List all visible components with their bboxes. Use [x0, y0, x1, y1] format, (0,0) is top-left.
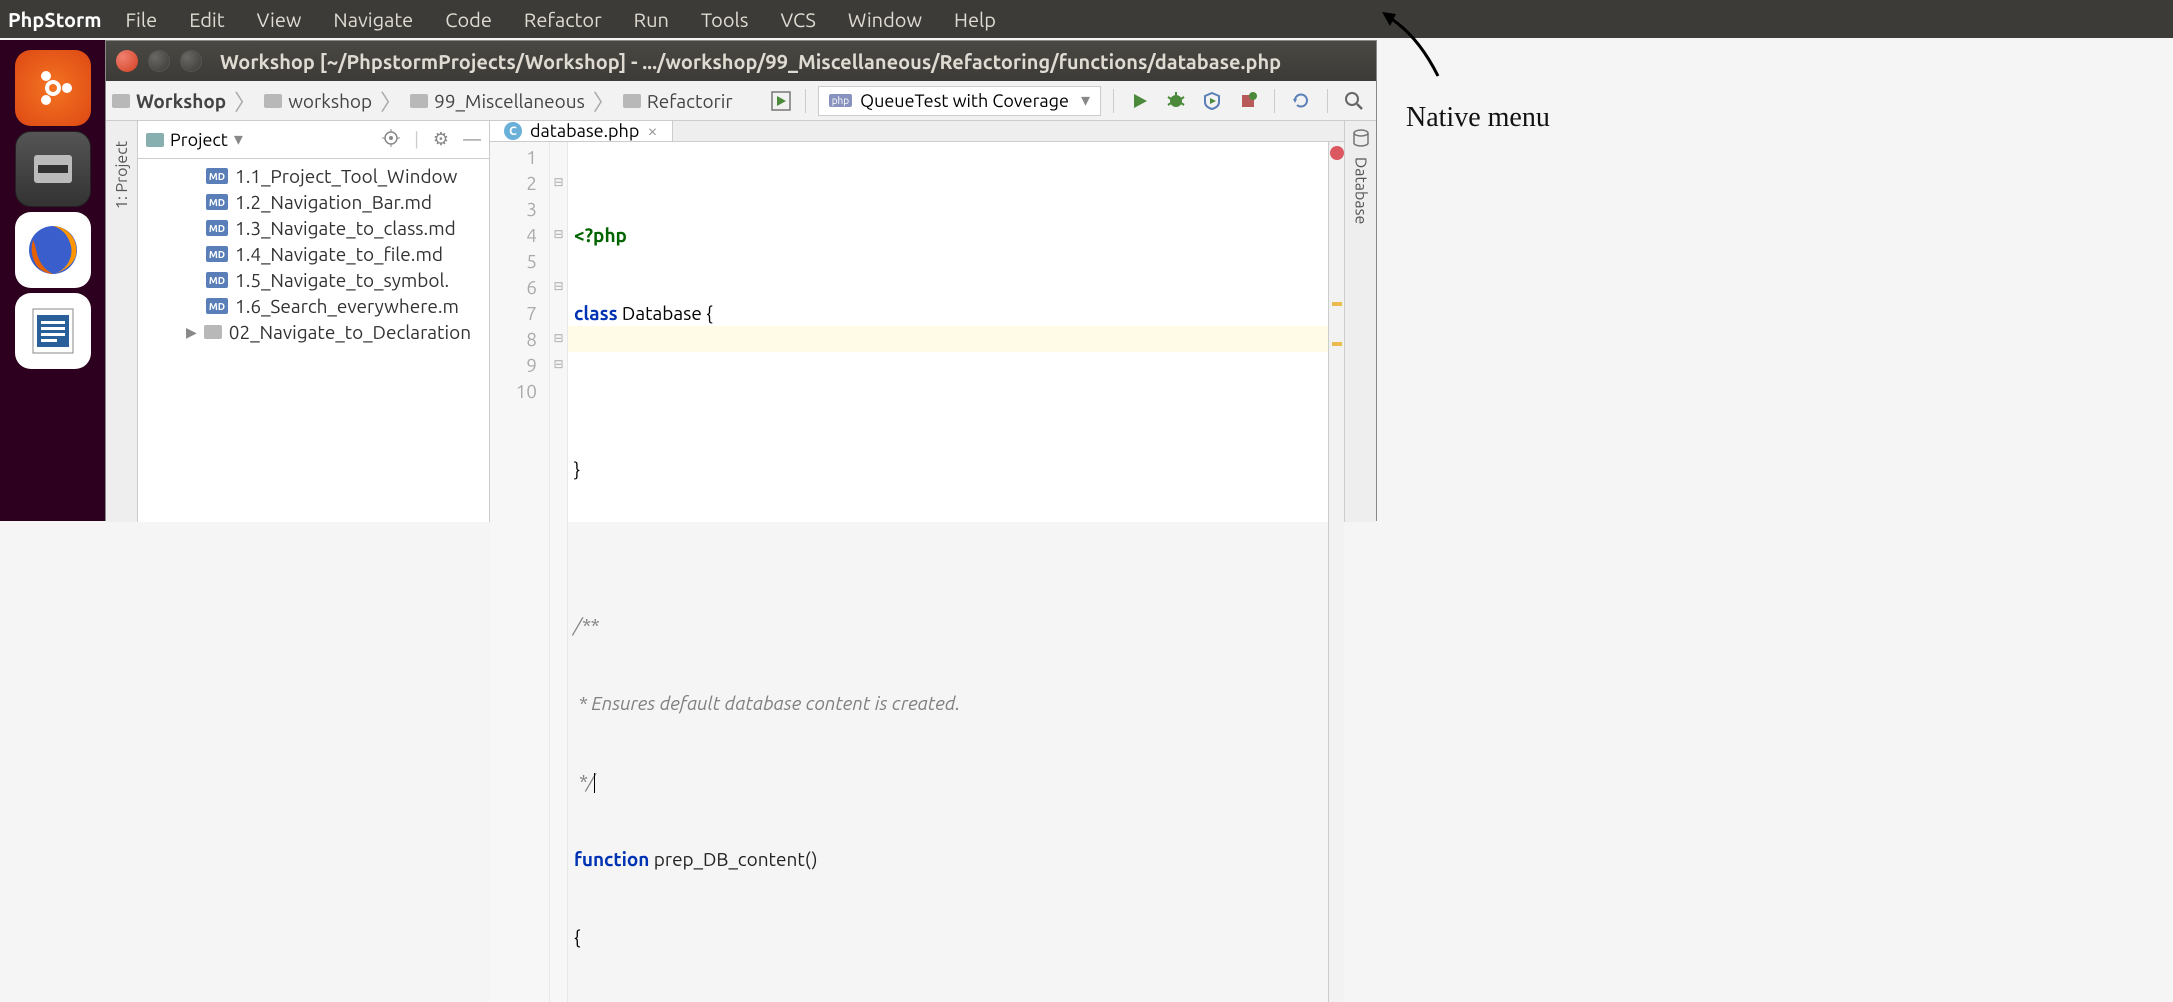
- project-panel-title[interactable]: Project ▾: [146, 129, 243, 150]
- crumb-root[interactable]: Workshop: [112, 90, 226, 112]
- chevron-right-icon: 〉: [372, 85, 410, 117]
- markdown-icon: MD: [206, 168, 228, 184]
- right-tool-strip: Database: [1344, 121, 1376, 522]
- stop-button[interactable]: [1234, 87, 1262, 115]
- menu-vcs[interactable]: VCS: [764, 8, 831, 31]
- app-name: PhpStorm: [8, 8, 102, 31]
- ubuntu-launcher: [0, 40, 105, 521]
- tab-database-php[interactable]: C database.php ×: [490, 121, 673, 141]
- left-tool-strip: 1: Project: [106, 121, 138, 522]
- crumb-3[interactable]: Refactorir: [623, 90, 733, 112]
- menu-view[interactable]: View: [241, 8, 318, 31]
- folder-icon: [204, 325, 222, 339]
- line-numbers: 12345678910: [490, 142, 550, 1002]
- annotation-text: Native menu: [1406, 102, 1550, 134]
- markdown-icon: MD: [206, 298, 228, 314]
- markdown-icon: MD: [206, 272, 228, 288]
- markdown-icon: MD: [206, 220, 228, 236]
- class-icon: C: [504, 122, 522, 140]
- project-tool-button[interactable]: 1: Project: [113, 141, 131, 209]
- run-widget-icon[interactable]: [769, 89, 793, 113]
- chevron-down-icon: ▾: [234, 129, 243, 150]
- database-tool-button[interactable]: Database: [1352, 157, 1370, 224]
- menu-code[interactable]: Code: [429, 8, 508, 31]
- menu-navigate[interactable]: Navigate: [317, 8, 429, 31]
- tab-label: database.php: [530, 121, 639, 141]
- breadcrumbs: Workshop 〉 workshop 〉 99_Miscellaneous 〉…: [106, 85, 733, 117]
- files-icon[interactable]: [15, 131, 91, 207]
- dash-icon[interactable]: [15, 50, 91, 126]
- chevron-right-icon: 〉: [226, 85, 264, 117]
- tree-item: MD1.6_Search_everywhere.m: [138, 293, 489, 319]
- tree-item: MD1.1_Project_Tool_Window: [138, 163, 489, 189]
- folder-icon: [146, 133, 164, 147]
- annotation-arrow-icon: [1378, 6, 1458, 86]
- folder-icon: [264, 94, 282, 108]
- error-marker-icon[interactable]: [1330, 146, 1344, 160]
- locate-icon[interactable]: [382, 129, 400, 151]
- project-tree[interactable]: MD1.1_Project_Tool_Window MD1.2_Navigati…: [138, 159, 489, 522]
- menu-run[interactable]: Run: [618, 8, 685, 31]
- code-editor[interactable]: 12345678910 ⊟ ⊟ ⊟ ⊟⊟ <?php class Databas…: [490, 142, 1344, 1002]
- menu-edit[interactable]: Edit: [173, 8, 240, 31]
- php-icon: php: [829, 94, 852, 107]
- menubar: PhpStorm File Edit View Navigate Code Re…: [0, 0, 2173, 38]
- menu-window[interactable]: Window: [832, 8, 938, 31]
- ide-window: Workshop [~/PhpstormProjects/Workshop] -…: [105, 40, 1377, 521]
- database-icon[interactable]: [1352, 129, 1370, 151]
- warning-marker[interactable]: [1332, 342, 1342, 346]
- annotation-callout: Native menu: [1406, 36, 1550, 134]
- run-config-label: QueueTest with Coverage: [860, 91, 1069, 111]
- coverage-button[interactable]: [1198, 87, 1226, 115]
- menu-file[interactable]: File: [110, 8, 174, 31]
- close-tab-icon[interactable]: ×: [647, 121, 657, 141]
- chevron-right-icon: 〉: [585, 85, 623, 117]
- error-stripe[interactable]: [1328, 142, 1344, 1002]
- editor-area: C database.php × 12345678910 ⊟ ⊟ ⊟ ⊟⊟ <?…: [490, 121, 1344, 522]
- window-title: Workshop [~/PhpstormProjects/Workshop] -…: [220, 50, 1281, 73]
- expand-arrow-icon[interactable]: ▶: [186, 324, 197, 341]
- crumb-1[interactable]: workshop: [264, 90, 372, 112]
- menu-refactor[interactable]: Refactor: [508, 8, 618, 31]
- update-project-button[interactable]: [1287, 87, 1315, 115]
- project-tool-window: Project ▾ | ⚙ — MD1.1_Project_Tool_Windo…: [138, 121, 490, 522]
- libreoffice-writer-icon[interactable]: [15, 293, 91, 369]
- folder-icon: [112, 94, 130, 108]
- run-button[interactable]: [1126, 87, 1154, 115]
- run-configuration-selector[interactable]: php QueueTest with Coverage ▾: [818, 86, 1101, 116]
- close-button[interactable]: [116, 50, 138, 72]
- code-content[interactable]: <?php class Database { } /** * Ensures d…: [568, 142, 1328, 1002]
- firefox-icon[interactable]: [15, 212, 91, 288]
- markdown-icon: MD: [206, 194, 228, 210]
- warning-marker[interactable]: [1332, 302, 1342, 306]
- search-button[interactable]: [1340, 87, 1368, 115]
- markdown-icon: MD: [206, 246, 228, 262]
- debug-button[interactable]: [1162, 87, 1190, 115]
- tree-item: MD1.3_Navigate_to_class.md: [138, 215, 489, 241]
- divider: |: [414, 129, 419, 151]
- menu-tools[interactable]: Tools: [685, 8, 764, 31]
- titlebar: Workshop [~/PhpstormProjects/Workshop] -…: [106, 41, 1376, 81]
- crumb-2[interactable]: 99_Miscellaneous: [410, 90, 585, 112]
- tree-item: MD1.2_Navigation_Bar.md: [138, 189, 489, 215]
- chevron-down-icon: ▾: [1081, 90, 1090, 111]
- tree-item: MD1.5_Navigate_to_symbol.: [138, 267, 489, 293]
- minimize-button[interactable]: [148, 50, 170, 72]
- gear-icon[interactable]: ⚙: [433, 129, 449, 151]
- maximize-button[interactable]: [180, 50, 202, 72]
- editor-tabs: C database.php ×: [490, 121, 1344, 142]
- fold-gutter[interactable]: ⊟ ⊟ ⊟ ⊟⊟: [550, 142, 568, 1002]
- tree-item: MD1.4_Navigate_to_file.md: [138, 241, 489, 267]
- menu-help[interactable]: Help: [938, 8, 1012, 31]
- navigation-bar: Workshop 〉 workshop 〉 99_Miscellaneous 〉…: [106, 81, 1376, 121]
- folder-icon: [623, 94, 641, 108]
- hide-icon[interactable]: —: [463, 129, 481, 151]
- tree-item: ▶02_Navigate_to_Declaration: [138, 319, 489, 345]
- folder-icon: [410, 94, 428, 108]
